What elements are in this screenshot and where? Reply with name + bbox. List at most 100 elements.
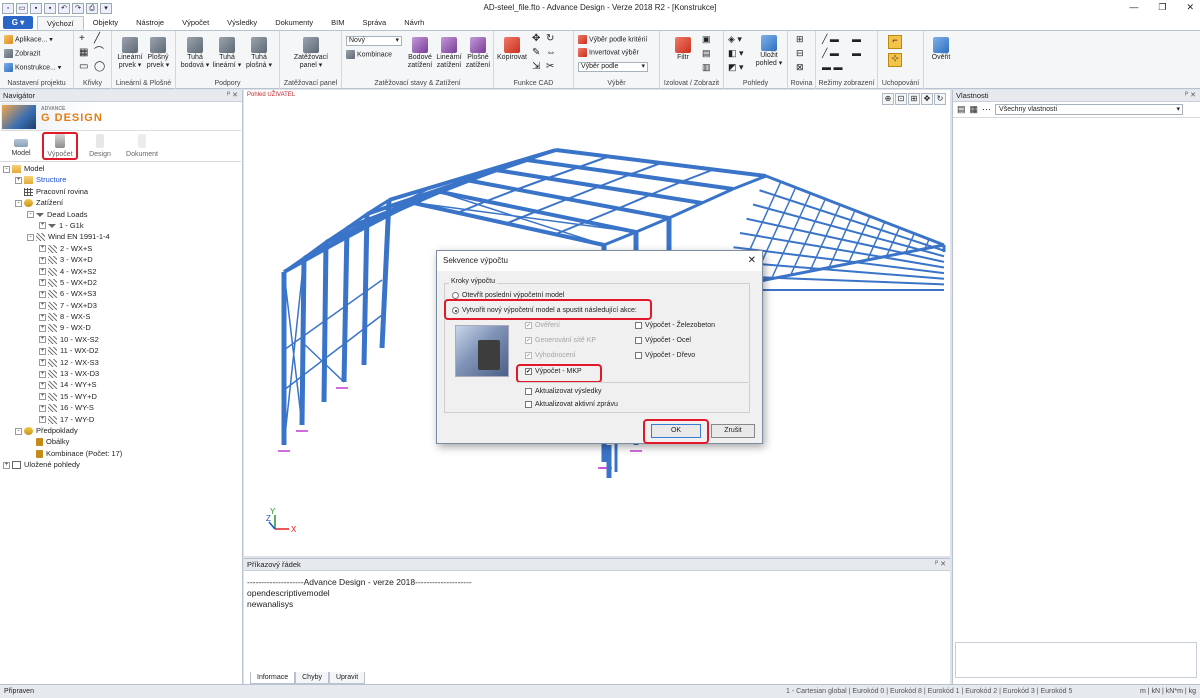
invert-selection-button[interactable]: Invertovat výběr xyxy=(578,48,639,57)
rigid-point-support-button[interactable]: Tuhá bodová ▾ xyxy=(180,37,210,70)
design-button[interactable]: Design xyxy=(82,134,118,158)
zoom-extents-icon[interactable]: ⊞ xyxy=(908,93,920,105)
expand-icon[interactable]: + xyxy=(39,404,46,412)
tree-node[interactable]: +16 - WY-S xyxy=(0,402,241,413)
display-profile-icon[interactable]: ╱ ▬ xyxy=(822,49,839,58)
display-wire-icon[interactable]: ╱ ▬ xyxy=(822,35,839,44)
pan-icon[interactable]: ✥ xyxy=(921,93,933,105)
planar-load-button[interactable]: Plošné zatížení xyxy=(464,37,492,70)
tree-node[interactable]: +10 - WX-S2 xyxy=(0,334,241,345)
open-last-model-radio[interactable]: Otevřít poslední výpočetní model xyxy=(452,292,564,299)
display-render-icon[interactable]: ▬ ▬ xyxy=(822,63,843,72)
print-icon[interactable]: ⎙ xyxy=(86,2,98,14)
select-by-combo[interactable]: Výběr podle ▾ xyxy=(578,62,648,72)
tree-node[interactable]: +14 - WY+S xyxy=(0,379,241,390)
properties-filter-select[interactable]: Všechny vlastnosti xyxy=(995,104,1184,115)
alphabetical-icon[interactable]: ▦ xyxy=(970,104,979,115)
copy-button[interactable]: Kopírovat xyxy=(497,37,527,62)
expand-icon[interactable]: + xyxy=(3,461,10,469)
tab-vychozi[interactable]: Výchozí xyxy=(37,16,84,30)
tree-node[interactable]: Pracovní rovina xyxy=(0,186,241,197)
tree-node[interactable]: +1 - G1k xyxy=(0,220,241,231)
linear-element-button[interactable]: Lineární prvek ▾ xyxy=(116,37,144,70)
tab-vysledky[interactable]: Výsledky xyxy=(218,16,266,30)
display-loads-icon[interactable]: ▬ xyxy=(852,49,861,58)
customize-icon[interactable]: ▾ xyxy=(100,2,112,14)
rigid-linear-support-button[interactable]: Tuhá lineární ▾ xyxy=(212,37,242,70)
tree-node[interactable]: - Dead Loads xyxy=(0,209,241,220)
move-icon[interactable]: ✥ xyxy=(532,34,540,44)
tree-node[interactable]: +5 - WX+D2 xyxy=(0,277,241,288)
expand-icon[interactable]: + xyxy=(39,347,46,355)
planar-element-button[interactable]: Plošný prvek ▾ xyxy=(144,37,172,70)
dialog-close-icon[interactable]: ✕ xyxy=(748,251,756,271)
checkbox-option[interactable]: Aktualizovat výsledky xyxy=(525,388,602,395)
select-by-criteria-button[interactable]: Výběr podle kritérií xyxy=(578,35,647,44)
expand-icon[interactable]: - xyxy=(15,199,22,207)
expand-icon[interactable]: + xyxy=(39,393,46,401)
tree-node[interactable]: Kombinace (Počet: 17) xyxy=(0,448,241,459)
expand-icon[interactable]: + xyxy=(39,256,46,264)
applications-button[interactable]: Aplikace... ▾ xyxy=(4,35,53,44)
expand-icon[interactable]: + xyxy=(39,222,46,230)
tree-node[interactable]: +3 - WX+D xyxy=(0,254,241,265)
tree-node[interactable]: +4 - WX+S2 xyxy=(0,266,241,277)
save-view-button[interactable]: Uložit pohled ▾ xyxy=(754,35,784,68)
rectangle-icon[interactable]: ▭ xyxy=(79,62,88,72)
document-button[interactable]: Dokument xyxy=(124,134,160,158)
orbit-icon[interactable]: ↻ xyxy=(934,93,946,105)
expand-icon[interactable]: + xyxy=(39,359,46,367)
split-icon[interactable]: ✂ xyxy=(546,62,554,72)
checkbox-option[interactable]: Výpočet - Dřevo xyxy=(635,352,695,360)
mirror-icon[interactable]: ⇔ xyxy=(546,48,556,58)
tab-chyby[interactable]: Chyby xyxy=(295,672,329,684)
snap-icon[interactable]: ⌐ xyxy=(888,35,902,49)
expand-icon[interactable]: - xyxy=(27,233,34,241)
tab-objekty[interactable]: Objekty xyxy=(84,16,127,30)
checkbox-option[interactable]: Aktualizovat aktivní zprávu xyxy=(525,401,618,408)
plane-yz-icon[interactable]: ⊠ xyxy=(796,63,804,72)
expand-icon[interactable]: + xyxy=(39,336,46,344)
view-3d-icon[interactable]: ◈ ▾ xyxy=(728,35,742,44)
minimize-icon[interactable]: — xyxy=(1129,2,1138,13)
tree-node[interactable]: - Zatížení xyxy=(0,197,241,208)
expand-icon[interactable]: + xyxy=(39,302,46,310)
tree-node[interactable]: +11 - WX-D2 xyxy=(0,345,241,356)
display-local-axes-icon[interactable]: ▬ xyxy=(852,35,861,44)
tab-informace[interactable]: Informace xyxy=(250,672,296,684)
expand-icon[interactable]: + xyxy=(39,279,46,287)
expand-icon[interactable]: + xyxy=(39,268,46,276)
undo-icon[interactable]: ↶ xyxy=(58,2,70,14)
tree-node[interactable]: +8 - WX-S xyxy=(0,311,241,322)
tree-node[interactable]: +17 - WY-D xyxy=(0,414,241,425)
rotate-icon[interactable]: ↻ xyxy=(546,34,554,44)
categorized-icon[interactable]: ▤ xyxy=(957,104,966,115)
tab-bim[interactable]: BIM xyxy=(322,16,353,30)
snap-grid-icon[interactable]: ⊹ xyxy=(888,53,902,67)
model-button[interactable]: Model xyxy=(3,134,39,157)
filter-button[interactable]: Filtr xyxy=(668,37,698,62)
show-all-icon[interactable]: ▥ xyxy=(702,63,711,72)
expand-icon[interactable]: + xyxy=(39,245,46,253)
checkbox-option[interactable]: Výpočet - Železobeton xyxy=(635,322,715,329)
isolate-icon[interactable]: ▣ xyxy=(702,35,711,44)
redo-icon[interactable]: ↷ xyxy=(72,2,84,14)
expand-icon[interactable]: + xyxy=(39,290,46,298)
tree-node[interactable]: +9 - WX-D xyxy=(0,322,241,333)
verify-button[interactable]: Ověřit xyxy=(928,37,954,62)
expand-icon[interactable]: - xyxy=(3,165,10,173)
expand-icon[interactable]: + xyxy=(15,176,22,184)
pin-icon[interactable]: ᴾ ✕ xyxy=(1185,90,1196,102)
tree-node[interactable]: + Uložené pohledy xyxy=(0,459,241,470)
tab-vypocet[interactable]: Výpočet xyxy=(173,16,218,30)
analysis-button[interactable]: Výpočet xyxy=(42,132,78,160)
zoom-select-icon[interactable]: ⊡ xyxy=(895,93,907,105)
expand-icon[interactable]: - xyxy=(15,427,22,435)
tree-node[interactable]: +13 - WX-D3 xyxy=(0,368,241,379)
new-icon[interactable]: ▫ xyxy=(2,2,14,14)
polyline-icon[interactable]: ⌒ xyxy=(94,48,104,58)
trim-icon[interactable]: ✎ xyxy=(532,48,540,58)
cancel-button[interactable]: Zrušit xyxy=(711,424,755,438)
point-icon[interactable]: + xyxy=(79,34,85,44)
open-icon[interactable]: ▭ xyxy=(16,2,28,14)
